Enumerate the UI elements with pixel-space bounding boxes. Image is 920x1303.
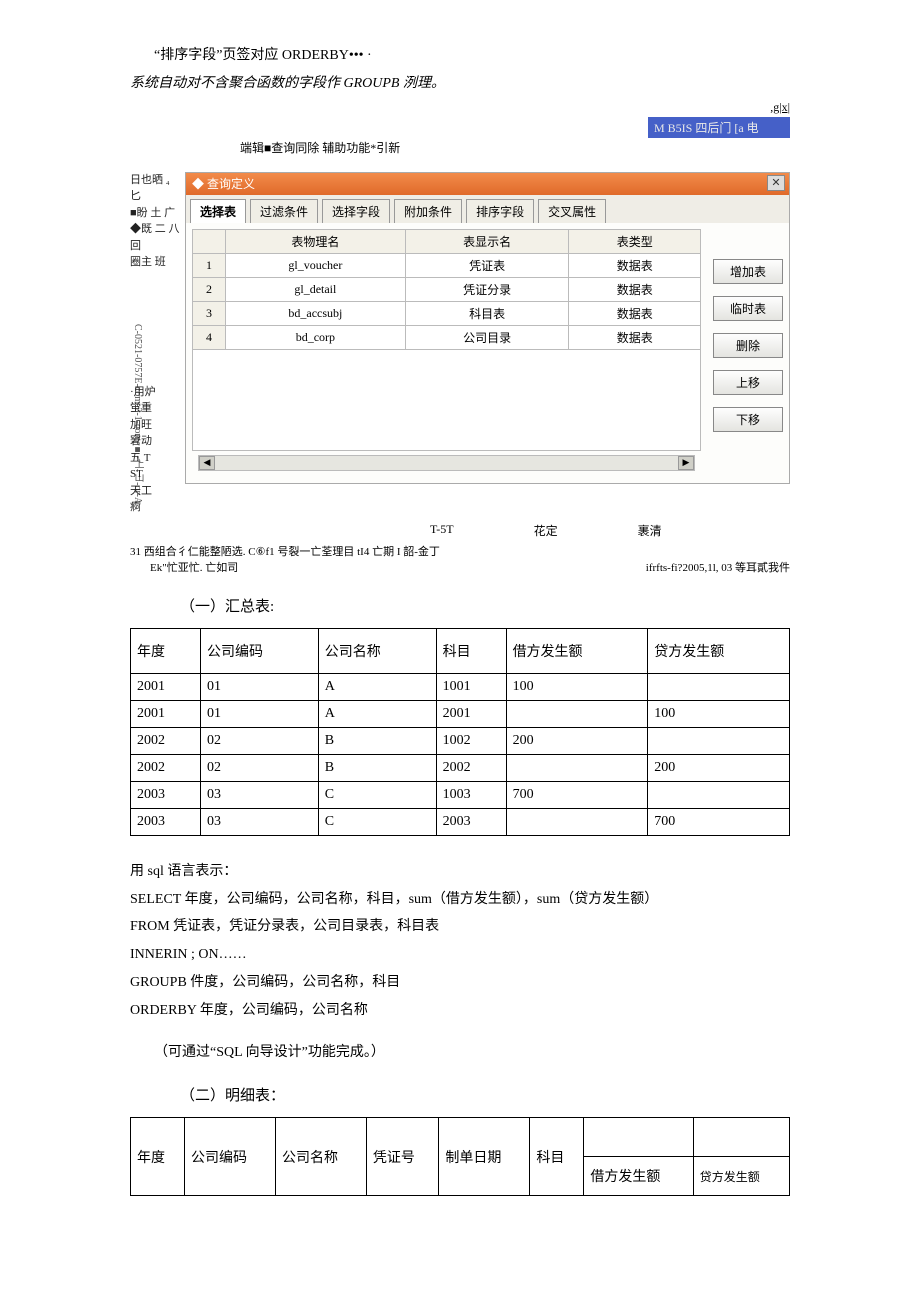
move-up-button[interactable]: 上移 — [713, 370, 783, 395]
sql-intro: 用 sql 语言表示： — [130, 860, 790, 884]
col-date: 制单日期 — [439, 1118, 530, 1196]
col-corp-name: 公司名称 — [275, 1118, 366, 1196]
col-disp-name: 表显示名 — [405, 229, 569, 253]
tab-strip: 选择表 过滤条件 选择字段 附加条件 排序字段 交叉属性 — [186, 195, 789, 223]
table-row: 200202B1002200 — [131, 727, 790, 754]
tab-select-table[interactable]: 选择表 — [190, 199, 246, 223]
table-row: 200101A1001100 — [131, 673, 790, 700]
table-row[interactable]: 4 bd_corp 公司目录 数据表 — [193, 325, 701, 349]
col-voucher-no: 凭证号 — [366, 1118, 438, 1196]
tab-orderby[interactable]: 排序字段 — [466, 199, 534, 223]
dialog-titlebar: ◆ 查询定义 ✕ — [186, 173, 789, 195]
footer-text: 花定 — [534, 522, 558, 539]
sql-note: （可通过“SQL 向导设计”功能完成。） — [154, 1041, 790, 1065]
close-icon[interactable]: ✕ — [767, 175, 785, 191]
toolbar-text: 端辑■查询同除 辅助功能*引新 — [240, 139, 790, 156]
col-type: 表类型 — [569, 229, 701, 253]
col-subject: 科目 — [436, 628, 506, 673]
table-row[interactable]: 2 gl_detail 凭证分录 数据表 — [193, 277, 701, 301]
sql-line: INNERIN ; ON…… — [130, 943, 790, 967]
detail-table: 年度 公司编码 公司名称 凭证号 制单日期 科目 借方发生额 贷方发生额 — [130, 1117, 790, 1196]
table-row: 200202B2002200 — [131, 754, 790, 781]
col-phys-name: 表物理名 — [226, 229, 406, 253]
tab-filter[interactable]: 过滤条件 — [250, 199, 318, 223]
scroll-left-icon[interactable]: ◀ — [199, 456, 215, 470]
sql-line: SELECT 年度，公司编码，公司名称，科目，sum（借方发生额），sum（贷方… — [130, 888, 790, 912]
footer-text: T-5T — [430, 522, 454, 539]
col-credit: 贷方发生额 — [693, 1157, 789, 1196]
tables-grid[interactable]: 表物理名 表显示名 表类型 1 gl_voucher 凭证表 数据表 2 gl_… — [192, 229, 701, 350]
col-year: 年度 — [131, 1118, 185, 1196]
query-dialog: ◆ 查询定义 ✕ 选择表 过滤条件 选择字段 附加条件 排序字段 交叉属性 表物… — [185, 172, 790, 484]
col-corp-code: 公司编码 — [200, 628, 318, 673]
move-down-button[interactable]: 下移 — [713, 407, 783, 432]
tab-select-field[interactable]: 选择字段 — [322, 199, 390, 223]
body-text-italic: 系统自动对不含聚合函数的字段作 GROUPB 洌理。 — [130, 72, 790, 96]
tab-cross[interactable]: 交叉属性 — [538, 199, 606, 223]
dialog-title-text: ◆ 查询定义 — [192, 177, 255, 191]
add-table-button[interactable]: 增加表 — [713, 259, 783, 284]
temp-table-button[interactable]: 临时表 — [713, 296, 783, 321]
table-row[interactable]: 1 gl_voucher 凭证表 数据表 — [193, 253, 701, 277]
button-column: 增加表 临时表 删除 上移 下移 — [707, 223, 789, 483]
sql-line: ORDERBY 年度，公司编码，公司名称 — [130, 999, 790, 1023]
footer-right: ifrfts-fi?2005,1l, 03 等耳貳我件 — [646, 559, 790, 575]
table-row: 200101A2001100 — [131, 700, 790, 727]
grid-area: 表物理名 表显示名 表类型 1 gl_voucher 凭证表 数据表 2 gl_… — [186, 223, 707, 483]
col-year: 年度 — [131, 628, 201, 673]
col-corp-code: 公司编码 — [185, 1118, 276, 1196]
footer-text: 裹清 — [638, 522, 662, 539]
tab-extra[interactable]: 附加条件 — [394, 199, 462, 223]
horizontal-scrollbar[interactable]: ◀ ▶ — [198, 455, 695, 471]
left-margin-text: 日也晒 ₄匕 ■盼 土 广 ◆既 二 八 回 圈主 班 — [130, 172, 180, 271]
col-credit: 贷方发生额 — [648, 628, 790, 673]
corner-text: ,g|x| — [130, 100, 790, 115]
titlebar-fragment: M B5IS 四后门 [a 电 — [648, 117, 790, 138]
sql-line: GROUPB 件度，公司编码，公司名称，科目 — [130, 971, 790, 995]
section-2-heading: （二）明细表： — [180, 1084, 790, 1105]
table-row: 200303C1003700 — [131, 781, 790, 808]
body-text: “排序字段”页签对应 ORDERBY••• · — [154, 44, 790, 68]
summary-table: 年度 公司编码 公司名称 科目 借方发生额 贷方发生额 200101A10011… — [130, 628, 790, 836]
section-1-heading: （一）汇总表: — [180, 595, 790, 616]
scrap-text: 31 西组合彳仁能整陋选. C⑥f1 号裂一亡荃理目 tI4 亡期 I 韶-金丁 — [130, 543, 790, 559]
table-row[interactable]: 3 bd_accsubj 科目表 数据表 — [193, 301, 701, 325]
sql-line: FROM 凭证表，凭证分录表，公司目录表，科目表 — [130, 915, 790, 939]
delete-button[interactable]: 删除 — [713, 333, 783, 358]
col-subject: 科目 — [530, 1118, 584, 1196]
col-corp-name: 公司名称 — [318, 628, 436, 673]
table-row: 200303C2003700 — [131, 808, 790, 835]
footer-left: Ek"忙亚忙. 亡如司 — [150, 559, 238, 575]
scroll-right-icon[interactable]: ▶ — [678, 456, 694, 470]
col-debit: 借方发生额 — [506, 628, 648, 673]
dialog-footer-buttons: T-5T 花定 裹清 — [130, 522, 790, 539]
col-debit: 借方发生额 — [584, 1157, 693, 1196]
left-margin-text-3: ·用炉 蛍重 加旺 窘动 五 T ST 天工 痾 — [130, 384, 180, 516]
